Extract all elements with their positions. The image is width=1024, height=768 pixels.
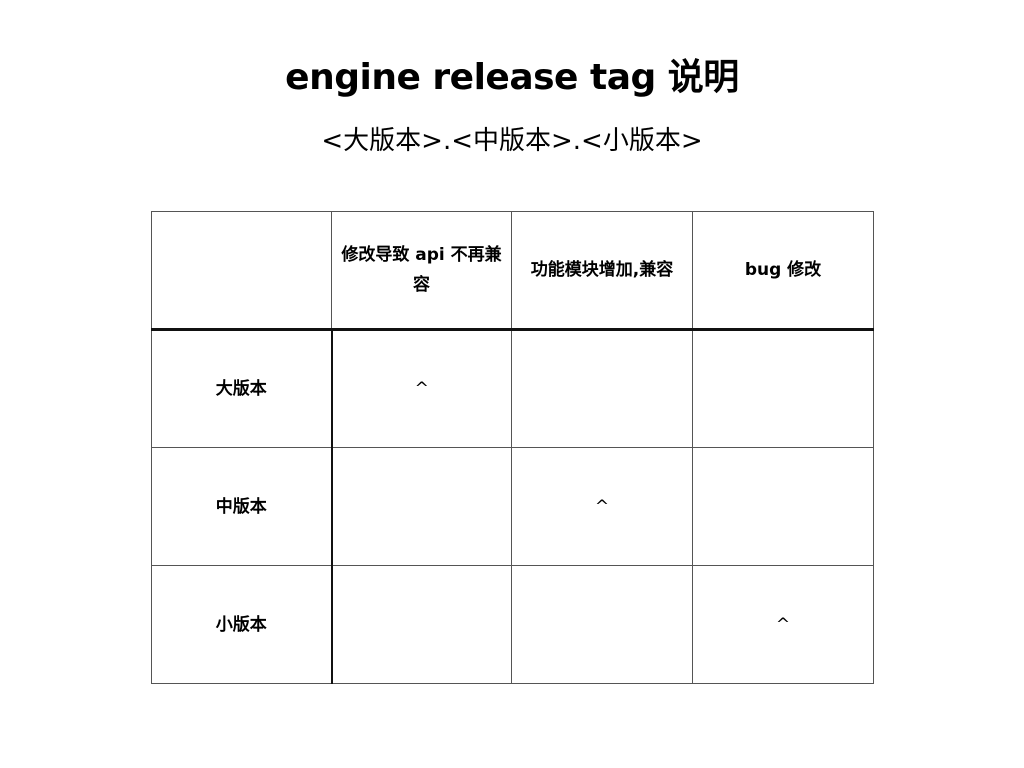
header-cell-feature-added: 功能模块增加,兼容 <box>511 211 693 331</box>
table-header-row: 修改导致 api 不再兼容 功能模块增加,兼容 bug 修改 <box>151 211 874 331</box>
row-label-minor: 中版本 <box>151 447 333 566</box>
table-row: 中版本 ^ <box>151 447 874 566</box>
table-cell: ^ <box>511 447 693 566</box>
slide-title: engine release tag 说明 <box>285 57 739 98</box>
table-cell <box>511 565 693 684</box>
header-corner-cell <box>151 211 332 331</box>
table-cell <box>692 447 874 566</box>
table-cell <box>511 329 693 448</box>
row-label-major: 大版本 <box>151 329 333 448</box>
table-cell <box>692 329 874 448</box>
table-row: 小版本 ^ <box>151 565 874 684</box>
table-cell <box>331 565 512 684</box>
header-cell-bug-fix: bug 修改 <box>692 211 874 331</box>
version-format-subtitle: <大版本>.<中版本>.<小版本> <box>321 126 703 156</box>
table-cell <box>331 447 512 566</box>
row-label-patch: 小版本 <box>151 565 333 684</box>
table-row: 大版本 ^ <box>151 329 874 448</box>
version-rules-table: 修改导致 api 不再兼容 功能模块增加,兼容 bug 修改 大版本 ^ 中版本… <box>151 211 874 684</box>
table-cell: ^ <box>331 329 512 448</box>
table-cell: ^ <box>692 565 874 684</box>
header-cell-api-incompatible: 修改导致 api 不再兼容 <box>331 211 512 331</box>
